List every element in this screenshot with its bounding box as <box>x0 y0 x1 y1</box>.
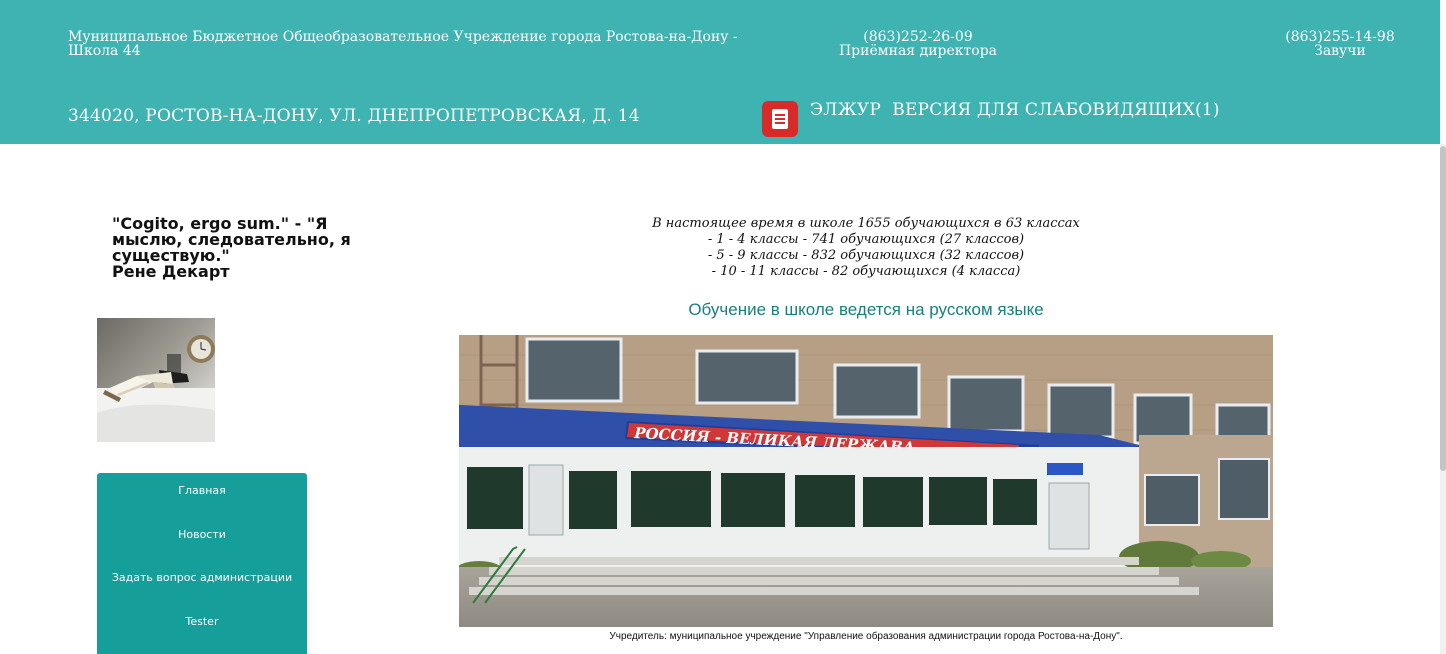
book-image <box>97 318 215 442</box>
school-building-photo: РОССИЯ - ВЕЛИКАЯ ДЕРЖАВА <box>459 335 1273 627</box>
document-icon[interactable] <box>762 101 798 137</box>
stats-line: В настоящее время в школе 1655 обучающих… <box>652 216 1080 231</box>
stats-line: - 10 - 11 классы - 82 обучающихся (4 кла… <box>711 264 1021 279</box>
sidebar-menu: Главная Новости Задать вопрос администра… <box>97 473 307 654</box>
phone-deputies: (863)255-14-98 Завучи <box>1270 30 1410 58</box>
phone-reception: (863)252-26-09 Приёмная директора <box>820 30 1016 58</box>
menu-item-ask-administration[interactable]: Задать вопрос администрации <box>97 571 307 584</box>
menu-item-tester[interactable]: Tester <box>97 615 307 628</box>
founder-info: Учредитель: муниципальное учреждение "Уп… <box>609 631 1123 642</box>
phone-number[interactable]: (863)255-14-98 <box>1270 30 1410 44</box>
site-header: Муниципальное Бюджетное Общеобразователь… <box>0 0 1440 144</box>
header-links: ЭЛЖУР ВЕРСИЯ ДЛЯ СЛАБОВИДЯЩИХ(1) <box>810 100 1220 120</box>
phone-number[interactable]: (863)252-26-09 <box>820 30 1016 44</box>
phone-label: Завучи <box>1314 43 1366 59</box>
elzhur-link[interactable]: ЭЛЖУР <box>810 100 881 120</box>
stats-line: - 1 - 4 классы - 741 обучающихся (27 кла… <box>707 232 1025 247</box>
student-statistics: В настоящее время в школе 1655 обучающих… <box>460 216 1272 280</box>
menu-item-home[interactable]: Главная <box>97 484 307 497</box>
phone-label: Приёмная директора <box>838 43 998 59</box>
menu-item-news[interactable]: Новости <box>97 528 307 541</box>
scrollbar-thumb[interactable] <box>1440 146 1446 471</box>
school-name: Муниципальное Бюджетное Общеобразователь… <box>68 29 738 59</box>
quote-author: Рене Декарт <box>112 262 230 281</box>
accessibility-version-link[interactable]: ВЕРСИЯ ДЛЯ СЛАБОВИДЯЩИХ(1) <box>892 100 1219 120</box>
school-address: 344020, РОСТОВ-НА-ДОНУ, УЛ. ДНЕПРОПЕТРОВ… <box>68 106 640 126</box>
descartes-quote: "Cogito, ergo sum." - "Я мыслю, следоват… <box>112 216 392 280</box>
language-note: Обучение в школе ведется на русском язык… <box>688 300 1044 319</box>
stats-line: - 5 - 9 классы - 832 обучающихся (32 кла… <box>707 248 1025 263</box>
